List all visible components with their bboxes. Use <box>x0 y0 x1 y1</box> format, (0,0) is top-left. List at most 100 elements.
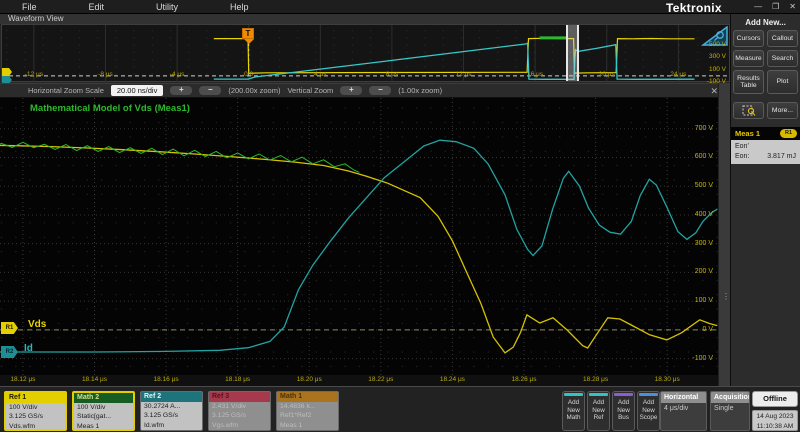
badge-ref-1[interactable]: Ref 1100 V/div3.125 GS/sVds.wfm <box>4 391 67 431</box>
main-time-label: 18.30 μs <box>655 376 680 383</box>
v-zoom-minus-button[interactable]: − <box>369 86 391 95</box>
badge-details: 30.2724 A...3.125 GS/sId.wfm <box>141 402 202 430</box>
badge-line: Ref1*Ref2 <box>280 411 338 420</box>
badge-details: 100 V/divStatic[gat...Meas 1 <box>74 403 133 431</box>
search-button[interactable]: Search <box>767 50 798 67</box>
trace-Vds-R1 <box>0 145 717 353</box>
vds-trace-label: Vds <box>28 319 46 330</box>
window-controls: — ❐ ✕ <box>754 0 796 14</box>
add-new-ref-button[interactable]: Add New Ref <box>587 391 610 431</box>
panel-splitter[interactable]: ⋮ <box>718 83 730 386</box>
main-waveform-plot: Mathematical Model of Vds (Meas1) R1 R2 … <box>0 98 718 376</box>
accent-bar <box>614 393 633 396</box>
close-button[interactable]: ✕ <box>789 0 796 14</box>
menu-help[interactable]: Help <box>230 2 249 12</box>
more--button[interactable]: More... <box>767 102 798 119</box>
h-zoom-minus-button[interactable]: − <box>199 86 221 95</box>
trace-Id-R2 <box>214 43 695 79</box>
overview-time-label: 4 μs <box>314 71 326 78</box>
badge-title: Ref 2 <box>141 392 202 402</box>
badge-line: Vds.wfm <box>9 422 65 431</box>
add-button-label: Add New Ref <box>588 399 609 422</box>
horizontal-panel-value: 4 μs/div <box>661 403 706 412</box>
trigger-tip-icon <box>244 39 254 44</box>
badge-line: Meas 1 <box>280 421 338 430</box>
v-zoom-factor-label: (1.00x zoom) <box>398 86 442 95</box>
badge-line: 100 V/div <box>77 403 133 412</box>
tektronix-logo: Tektronix <box>666 1 722 15</box>
badge-line: 3.125 GS/s <box>9 412 65 421</box>
overview-volt-label: 500 V <box>709 41 726 48</box>
main-time-axis: 18.12 μs18.14 μs18.16 μs18.18 μs18.20 μs… <box>0 375 718 386</box>
measure-button[interactable]: Measure <box>733 50 764 67</box>
badge-title: Math 1 <box>277 392 338 402</box>
trigger-marker[interactable]: T <box>242 28 255 44</box>
menu-utility[interactable]: Utility <box>156 2 178 12</box>
main-volt-label: -100 V <box>692 355 713 362</box>
h-zoom-factor-label: (200.00x zoom) <box>228 86 280 95</box>
acquisition-panel-value: Single <box>711 403 749 412</box>
meas1-name: Eon: <box>735 152 749 162</box>
badge-details: 100 V/div3.125 GS/sVds.wfm <box>6 403 65 431</box>
horizontal-panel-title: Horizontal <box>661 392 706 403</box>
accent-bar <box>639 393 658 396</box>
main-volt-label: 700 V <box>695 125 713 132</box>
main-time-label: 18.28 μs <box>583 376 608 383</box>
meas1-value: 3.817 mJ <box>767 152 796 162</box>
badge-math-2[interactable]: Math 2100 V/divStatic[gat...Meas 1 <box>72 391 135 431</box>
callout-button[interactable]: Callout <box>767 30 798 47</box>
main-volt-label: 200 V <box>695 268 713 275</box>
cursors-button[interactable]: Cursors <box>733 30 764 47</box>
add-new-scope-button[interactable]: Add New Scope <box>637 391 660 431</box>
horizontal-panel[interactable]: Horizontal 4 μs/div <box>660 391 707 431</box>
badge-math-1[interactable]: Math 114.4836 k...Ref1*Ref2Meas 1 <box>276 391 339 431</box>
badge-line: 100 V/div <box>9 403 65 412</box>
add-button-label: Add New Bus <box>613 399 634 422</box>
tekscope-app: File Edit Utility Help Tektronix — ❐ ✕ Wavefo… <box>0 0 800 432</box>
badge-title: Math 2 <box>74 393 133 403</box>
id-trace-label: Id <box>24 343 33 354</box>
main-volt-label: 500 V <box>695 182 713 189</box>
main-volt-label: 0 V <box>702 326 713 333</box>
add-new-bus-button[interactable]: Add New Bus <box>612 391 635 431</box>
draw-a-box-button[interactable] <box>733 102 764 119</box>
overview-time-label: 8 μs <box>386 71 398 78</box>
menu-edit[interactable]: Edit <box>89 2 105 12</box>
main-time-label: 18.20 μs <box>297 376 322 383</box>
vertical-zoom-label: Vertical Zoom <box>287 86 333 95</box>
main-volt-label: 400 V <box>695 211 713 218</box>
splitter-grip-icon: ⋮ <box>722 295 730 299</box>
add-button-label: Add New Math <box>563 399 584 422</box>
tab-waveform-view[interactable]: Waveform View <box>0 14 730 24</box>
plot-button[interactable]: Plot <box>767 70 798 94</box>
horizontal-zoom-scale-input[interactable]: 20.00 ns/div <box>111 85 163 96</box>
overview-time-label: -12 μs <box>25 71 43 78</box>
v-zoom-plus-button[interactable]: + <box>340 86 362 95</box>
meas1-result-header[interactable]: Meas 1 R1 <box>731 127 800 140</box>
add-new-math-button[interactable]: Add New Math <box>562 391 585 431</box>
meas1-result-panel[interactable]: Eon' Eon: 3.817 mJ <box>731 140 800 164</box>
add-button-label: Add New Scope <box>638 399 659 422</box>
minimize-button[interactable]: — <box>754 0 762 14</box>
restore-button[interactable]: ❐ <box>772 0 779 14</box>
badge-line: Vgs.wfm <box>212 421 270 430</box>
main-waveform-svg <box>0 98 718 375</box>
overview-time-label: -8 μs <box>98 71 113 78</box>
zoom-close-icon[interactable]: ✕ <box>710 86 718 97</box>
badge-ref-2[interactable]: Ref 230.2724 A...3.125 GS/sId.wfm <box>140 391 203 431</box>
main-time-label: 18.18 μs <box>225 376 250 383</box>
overview-volt-label: 100 V <box>709 66 726 73</box>
menu-file[interactable]: File <box>22 2 37 12</box>
datetime-display: 14 Aug 2023 11:10:38 AM <box>752 410 798 431</box>
zoom-window-indicator[interactable] <box>566 25 579 81</box>
offline-button[interactable]: Offline <box>752 391 798 407</box>
badge-title: Ref 3 <box>209 392 270 402</box>
badge-line: 3.125 GS/s <box>144 411 202 420</box>
overview-volt-label: 300 V <box>709 53 726 60</box>
zoom-toolbar: Horizontal Zoom Scale 20.00 ns/div + − (… <box>0 83 730 98</box>
badge-ref-3[interactable]: Ref 32.431 V/div3.125 GS/sVgs.wfm <box>208 391 271 431</box>
results-table-button[interactable]: Results Table <box>733 70 764 94</box>
badge-line: 30.2724 A... <box>144 402 202 411</box>
h-zoom-plus-button[interactable]: + <box>170 86 192 95</box>
acquisition-panel[interactable]: Acquisition Single <box>710 391 750 431</box>
